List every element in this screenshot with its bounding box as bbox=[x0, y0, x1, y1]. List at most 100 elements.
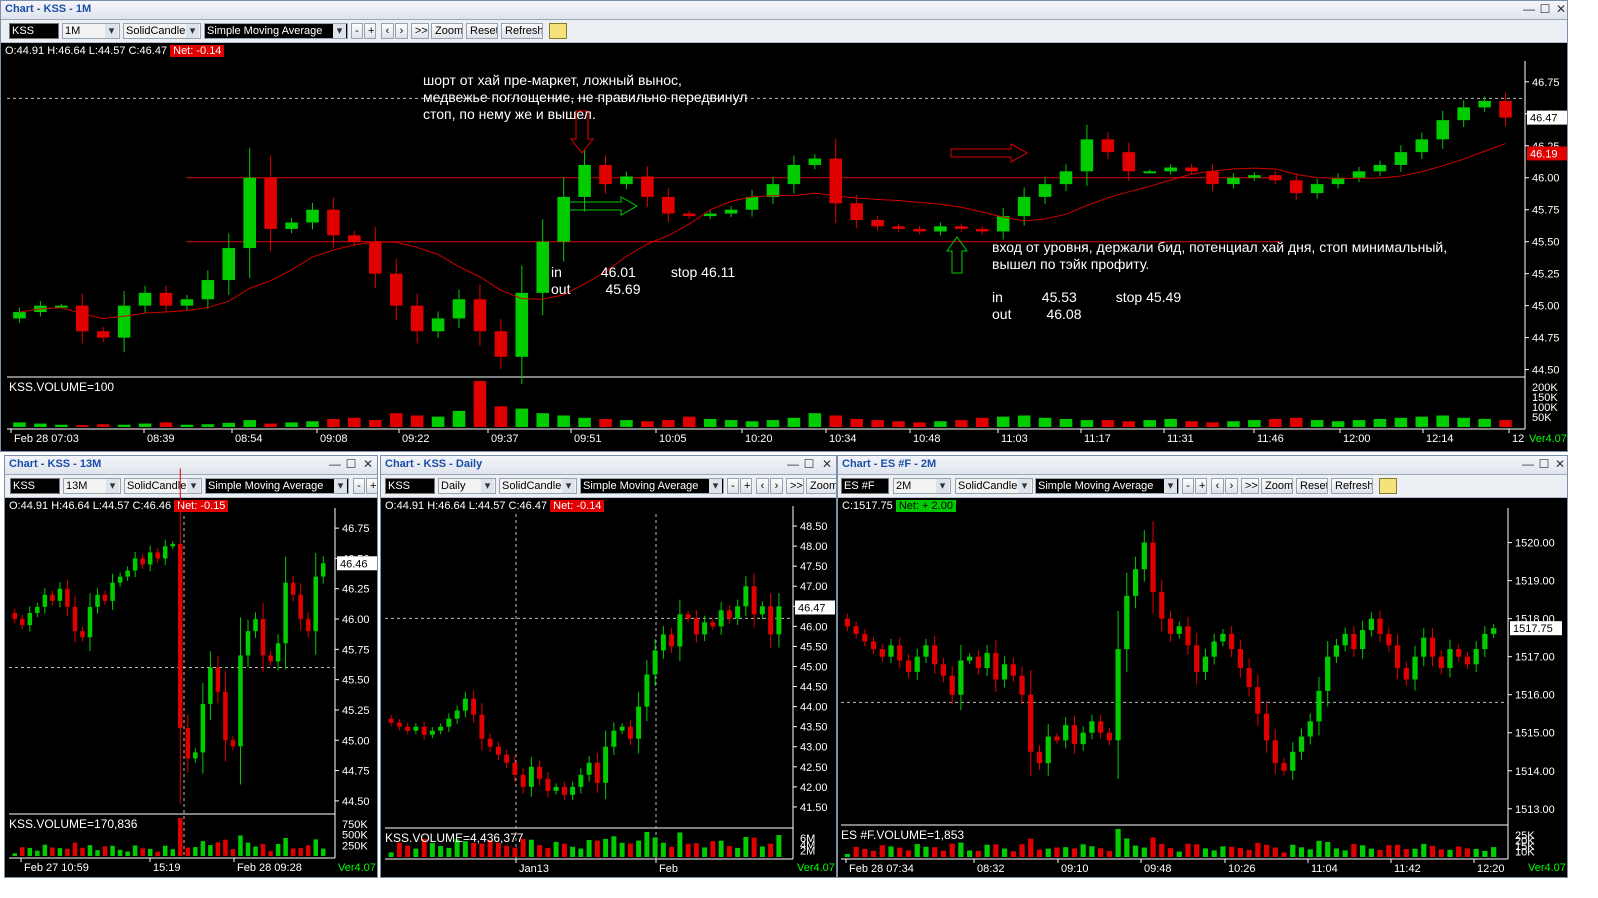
candle-body bbox=[1098, 721, 1104, 733]
volume-bar bbox=[682, 416, 696, 427]
volume-label: KSS.VOLUME=170,836 bbox=[9, 817, 138, 831]
time-tick-label: 11:31 bbox=[1167, 433, 1194, 445]
candle-body bbox=[222, 248, 236, 281]
volume-bar bbox=[1331, 421, 1345, 427]
volume-bar bbox=[1017, 415, 1031, 427]
candle-body bbox=[870, 641, 877, 650]
candle-body bbox=[1342, 633, 1348, 646]
candle-body bbox=[1473, 649, 1479, 665]
volume-bar bbox=[787, 417, 801, 427]
volume-bar bbox=[1010, 851, 1016, 857]
candle-body bbox=[264, 177, 277, 229]
volume-bar bbox=[913, 422, 926, 427]
volume-bar bbox=[662, 420, 675, 427]
candle-body bbox=[413, 726, 419, 731]
volume-bar bbox=[320, 848, 326, 856]
volume-tick-label: 50K bbox=[1532, 412, 1552, 424]
volume-bar bbox=[1106, 850, 1112, 857]
candle-body bbox=[452, 299, 466, 319]
volume-bar bbox=[870, 850, 877, 857]
volume-bar bbox=[34, 423, 47, 427]
volume-label: ES #F.VOLUME=1,853 bbox=[841, 828, 965, 842]
candle-body bbox=[230, 740, 236, 747]
volume-bar bbox=[1325, 841, 1331, 857]
candle-body bbox=[888, 645, 894, 657]
candle-body bbox=[1325, 656, 1331, 691]
time-tick-label: 11:17 bbox=[1084, 433, 1111, 445]
price-tick-label: 45.00 bbox=[342, 735, 370, 747]
price-tick-label: 1513.00 bbox=[1515, 804, 1555, 816]
time-tick-label: 11:46 bbox=[1257, 433, 1284, 445]
candle-body bbox=[967, 656, 973, 661]
volume-bar bbox=[1394, 417, 1408, 427]
volume-bar bbox=[759, 846, 765, 857]
candle-body bbox=[159, 292, 173, 306]
price-tick-label: 1516.00 bbox=[1515, 690, 1555, 702]
volume-bar bbox=[879, 845, 885, 857]
candle-body bbox=[685, 614, 691, 619]
volume-bar bbox=[636, 840, 642, 857]
candle-body bbox=[545, 778, 551, 791]
candle-body bbox=[871, 219, 884, 227]
candle-body bbox=[1436, 120, 1450, 140]
volume-bar bbox=[776, 835, 782, 857]
candle-body bbox=[766, 184, 780, 197]
candle-body bbox=[1115, 649, 1121, 741]
volume-bar bbox=[652, 837, 658, 857]
candle-body bbox=[431, 318, 445, 332]
candle-body bbox=[599, 164, 612, 185]
volume-label: KSS.VOLUME=100 bbox=[9, 380, 115, 394]
price-chart[interactable]: 46.7546.5046.2546.0045.7545.5045.2545.00… bbox=[1, 1, 1568, 452]
candle-body bbox=[320, 563, 326, 577]
volume-bar bbox=[586, 840, 592, 857]
candle-body bbox=[536, 241, 550, 293]
candle-body bbox=[201, 280, 215, 300]
candle-body bbox=[669, 634, 675, 647]
candle-body bbox=[641, 176, 654, 197]
volume-bar bbox=[888, 846, 894, 857]
candle-body bbox=[636, 706, 642, 739]
price-tick-label: 43.00 bbox=[800, 742, 828, 754]
volume-bar bbox=[1019, 844, 1025, 857]
volume-bar bbox=[473, 381, 487, 427]
candle-body bbox=[975, 656, 981, 669]
volume-bar bbox=[934, 421, 947, 427]
time-tick-label: Feb 28 07:03 bbox=[14, 433, 79, 445]
volume-bar bbox=[1333, 848, 1340, 857]
candle-body bbox=[1360, 630, 1366, 650]
candle-body bbox=[396, 722, 402, 727]
price-tick-label: 1514.00 bbox=[1515, 766, 1555, 778]
volume-bar bbox=[1054, 847, 1060, 857]
price-tick-label: 45.75 bbox=[342, 644, 370, 656]
volume-bar bbox=[1429, 845, 1436, 857]
candle-body bbox=[726, 610, 732, 619]
volume-bar bbox=[955, 420, 968, 427]
candle-body bbox=[238, 655, 243, 747]
candle-body bbox=[1143, 171, 1156, 174]
candle-body bbox=[1394, 152, 1408, 165]
candle-body bbox=[1368, 618, 1374, 631]
volume-bar bbox=[1255, 842, 1261, 857]
volume-bar bbox=[193, 847, 198, 856]
volume-bar bbox=[200, 841, 206, 856]
volume-bar bbox=[578, 417, 591, 427]
candle-body bbox=[627, 726, 633, 739]
candle-body bbox=[993, 652, 999, 680]
volume-bar bbox=[162, 845, 168, 856]
candle-body bbox=[155, 552, 160, 559]
price-tick-label: 45.50 bbox=[1532, 237, 1560, 249]
price-chart[interactable]: 46.7546.5046.2546.0045.7545.5045.2545.00… bbox=[5, 456, 378, 878]
price-tick-label: 44.50 bbox=[1532, 365, 1560, 377]
price-tick-label: 46.00 bbox=[1532, 173, 1560, 185]
volume-bar bbox=[245, 842, 251, 856]
volume-bar bbox=[1482, 850, 1488, 857]
version-label: Ver4.07 bbox=[338, 862, 376, 874]
price-chart[interactable]: 1520.001519.001518.001517.001516.001515.… bbox=[838, 456, 1568, 878]
candle-body bbox=[1059, 171, 1073, 185]
annotation-short: шорт от хай пре-маркет, ложный вынос, ме… bbox=[423, 72, 748, 122]
candle-body bbox=[268, 655, 273, 662]
candle-body bbox=[1080, 139, 1094, 172]
candle-body bbox=[405, 726, 411, 731]
candle-body bbox=[438, 726, 444, 731]
price-chart[interactable]: 48.5048.0047.5047.0046.5046.0045.5045.00… bbox=[381, 456, 837, 878]
